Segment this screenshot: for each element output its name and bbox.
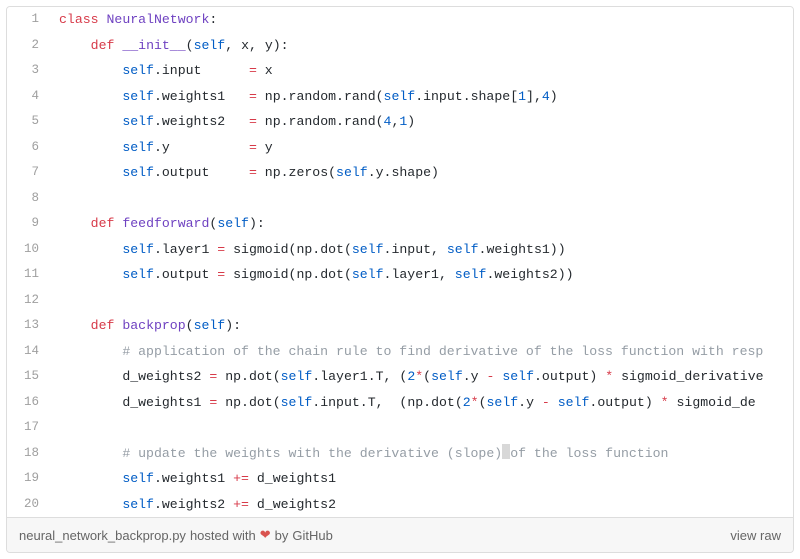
code-row: 16 d_weights1 = np.dot(self.input.T, (np… [7,390,793,416]
code-line[interactable]: d_weights1 = np.dot(self.input.T, (np.do… [49,390,793,416]
line-number[interactable]: 18 [7,441,49,467]
line-number[interactable]: 10 [7,237,49,263]
line-number[interactable]: 3 [7,58,49,84]
line-number[interactable]: 14 [7,339,49,365]
line-number[interactable]: 4 [7,84,49,110]
code-table: 1class NeuralNetwork:2 def __init__(self… [7,7,793,517]
github-link[interactable]: GitHub [292,528,332,543]
code-row: 4 self.weights1 = np.random.rand(self.in… [7,84,793,110]
code-row: 18 # update the weights with the derivat… [7,441,793,467]
code-line[interactable] [49,415,793,441]
code-line[interactable]: def feedforward(self): [49,211,793,237]
code-line[interactable] [49,288,793,314]
line-number[interactable]: 12 [7,288,49,314]
code-row: 7 self.output = np.zeros(self.y.shape) [7,160,793,186]
code-line[interactable]: self.weights2 += d_weights2 [49,492,793,518]
view-raw-link[interactable]: view raw [730,528,781,543]
line-number[interactable]: 13 [7,313,49,339]
code-line[interactable]: def __init__(self, x, y): [49,33,793,59]
code-line[interactable]: class NeuralNetwork: [49,7,793,33]
heart-icon: ❤ [260,527,271,543]
code-line[interactable]: self.weights1 = np.random.rand(self.inpu… [49,84,793,110]
code-row: 3 self.input = x [7,58,793,84]
code-line[interactable]: def backprop(self): [49,313,793,339]
line-number[interactable]: 6 [7,135,49,161]
line-number[interactable]: 7 [7,160,49,186]
line-number[interactable]: 17 [7,415,49,441]
filename-link[interactable]: neural_network_backprop.py [19,528,186,543]
code-row: 6 self.y = y [7,135,793,161]
code-row: 12 [7,288,793,314]
line-number[interactable]: 19 [7,466,49,492]
code-row: 15 d_weights2 = np.dot(self.layer1.T, (2… [7,364,793,390]
code-row: 2 def __init__(self, x, y): [7,33,793,59]
code-line[interactable]: self.y = y [49,135,793,161]
code-row: 17 [7,415,793,441]
code-line[interactable]: self.output = sigmoid(np.dot(self.layer1… [49,262,793,288]
code-row: 1class NeuralNetwork: [7,7,793,33]
code-row: 20 self.weights2 += d_weights2 [7,492,793,518]
line-number[interactable]: 9 [7,211,49,237]
code-line[interactable]: self.input = x [49,58,793,84]
code-row: 9 def feedforward(self): [7,211,793,237]
line-number[interactable]: 15 [7,364,49,390]
code-row: 13 def backprop(self): [7,313,793,339]
code-row: 5 self.weights2 = np.random.rand(4,1) [7,109,793,135]
code-line[interactable]: self.output = np.zeros(self.y.shape) [49,160,793,186]
line-number[interactable]: 20 [7,492,49,518]
code-line[interactable]: # update the weights with the derivative… [49,441,793,467]
code-row: 14 # application of the chain rule to fi… [7,339,793,365]
line-number[interactable]: 1 [7,7,49,33]
code-area: 1class NeuralNetwork:2 def __init__(self… [7,7,793,517]
code-row: 11 self.output = sigmoid(np.dot(self.lay… [7,262,793,288]
code-row: 19 self.weights1 += d_weights1 [7,466,793,492]
code-line[interactable]: self.weights2 = np.random.rand(4,1) [49,109,793,135]
meta-left: neural_network_backprop.py hosted with ❤… [19,527,333,543]
line-number[interactable]: 5 [7,109,49,135]
line-number[interactable]: 2 [7,33,49,59]
code-row: 8 [7,186,793,212]
code-line[interactable]: d_weights2 = np.dot(self.layer1.T, (2*(s… [49,364,793,390]
code-line[interactable]: # application of the chain rule to find … [49,339,793,365]
gist-container: 1class NeuralNetwork:2 def __init__(self… [6,6,794,553]
code-line[interactable]: self.weights1 += d_weights1 [49,466,793,492]
line-number[interactable]: 11 [7,262,49,288]
code-line[interactable] [49,186,793,212]
by-text: by [275,528,289,543]
code-line[interactable]: self.layer1 = sigmoid(np.dot(self.input,… [49,237,793,263]
code-body: 1class NeuralNetwork:2 def __init__(self… [7,7,793,517]
line-number[interactable]: 8 [7,186,49,212]
hosted-text: hosted with [190,528,256,543]
line-number[interactable]: 16 [7,390,49,416]
code-row: 10 self.layer1 = sigmoid(np.dot(self.inp… [7,237,793,263]
gist-meta-bar: neural_network_backprop.py hosted with ❤… [7,517,793,552]
